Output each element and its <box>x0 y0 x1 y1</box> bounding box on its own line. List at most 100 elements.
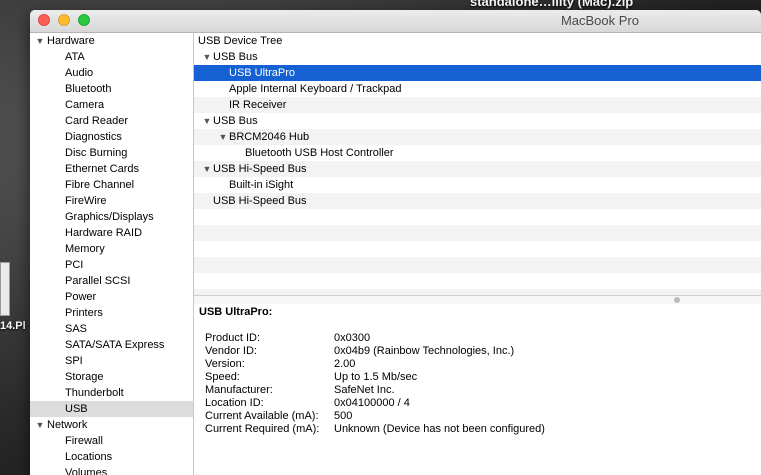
sidebar-item-label: Disc Burning <box>65 147 128 159</box>
detail-field: Speed: Up to 1.5 Mb/sec <box>205 371 755 384</box>
sidebar-item[interactable]: Graphics/Displays <box>30 209 193 225</box>
tree-row[interactable]: ▼ USB Bus <box>194 49 761 65</box>
sidebar-item-label: Volumes <box>65 467 108 475</box>
tree-row[interactable]: Apple Internal Keyboard / Trackpad <box>194 81 761 97</box>
sidebar-item[interactable]: Storage <box>30 369 193 385</box>
tree-row[interactable]: Bluetooth USB Host Controller <box>194 145 761 161</box>
sidebar-item[interactable]: Volumes <box>30 465 193 475</box>
desktop-file-label-left[interactable]: 14.Pl <box>0 320 26 332</box>
sidebar-item-label: Hardware <box>47 35 95 47</box>
sidebar-item[interactable]: Fibre Channel <box>30 177 193 193</box>
tree-row-label: USB Hi-Speed Bus <box>213 195 307 207</box>
tree-row-label: USB UltraPro <box>229 67 296 79</box>
sidebar-item[interactable]: Card Reader <box>30 113 193 129</box>
tree-header: USB Device Tree <box>198 35 283 47</box>
sidebar-item[interactable]: ATA <box>30 49 193 65</box>
sidebar-item-label: Hardware RAID <box>65 227 143 239</box>
detail-title: USB UltraPro: <box>199 306 273 318</box>
title-bar[interactable]: MacBook Pro <box>30 10 761 33</box>
sidebar-item-label: Firewall <box>65 435 103 447</box>
sidebar-item-label: Fibre Channel <box>65 179 135 191</box>
sidebar-category[interactable]: ▼ Network <box>30 417 193 433</box>
tree-empty-row <box>194 225 761 241</box>
sidebar-item[interactable]: PCI <box>30 257 193 273</box>
desktop-file-label[interactable]: standalone…ility (Mac).zip <box>470 0 633 9</box>
sidebar-item[interactable]: Ethernet Cards <box>30 161 193 177</box>
sidebar-item-label: Card Reader <box>65 115 128 127</box>
tree-row[interactable]: Built-in iSight <box>194 177 761 193</box>
sidebar-item-label: ATA <box>65 51 85 63</box>
sidebar-item-label: Printers <box>65 307 103 319</box>
sidebar-item-label: Camera <box>65 99 105 111</box>
tree-row[interactable]: USB Hi-Speed Bus <box>194 193 761 209</box>
detail-field-key: Location ID: <box>205 397 264 409</box>
tree-row-label: USB Hi-Speed Bus <box>213 163 307 175</box>
tree-row-label: USB Bus <box>213 51 258 63</box>
disclosure-triangle-icon[interactable]: ▼ <box>34 417 46 433</box>
sidebar-item[interactable]: SPI <box>30 353 193 369</box>
sidebar-item[interactable]: Thunderbolt <box>30 385 193 401</box>
detail-field-value: SafeNet Inc. <box>334 384 395 396</box>
sidebar-item[interactable]: Diagnostics <box>30 129 193 145</box>
detail-field: Product ID: 0x0300 <box>205 332 755 345</box>
disclosure-triangle-icon[interactable]: ▼ <box>202 161 212 177</box>
detail-field-value: 0x0300 <box>334 332 371 344</box>
sidebar-item[interactable]: Memory <box>30 241 193 257</box>
sidebar-item-label: Bluetooth <box>65 83 112 95</box>
tree-row-label: IR Receiver <box>229 99 287 111</box>
disclosure-triangle-icon[interactable]: ▼ <box>218 129 228 145</box>
sidebar-item-label: Audio <box>65 67 94 79</box>
sidebar-item[interactable]: Disc Burning <box>30 145 193 161</box>
sidebar-item[interactable]: Bluetooth <box>30 81 193 97</box>
detail-field-value: 0x04100000 / 4 <box>334 397 410 409</box>
sidebar-item-label: Network <box>47 419 88 431</box>
sidebar-item[interactable]: Printers <box>30 305 193 321</box>
sidebar-item-label: SAS <box>65 323 88 335</box>
detail-field: Current Required (mA): Unknown (Device ha… <box>205 423 755 436</box>
sidebar-item-label: FireWire <box>65 195 107 207</box>
detail-field-value: Unknown (Device has not been configured) <box>334 423 545 435</box>
detail-field: Version: 2.00 <box>205 358 755 371</box>
sidebar-category[interactable]: ▼ Hardware <box>30 33 193 49</box>
sidebar-item[interactable]: Audio <box>30 65 193 81</box>
sidebar-item-label: Storage <box>65 371 104 383</box>
sidebar-item[interactable]: Parallel SCSI <box>30 273 193 289</box>
tree-row[interactable]: IR Receiver <box>194 97 761 113</box>
tree-row[interactable]: ▼ BRCM2046 Hub <box>194 129 761 145</box>
splitter-handle-icon[interactable] <box>674 297 680 303</box>
detail-field-value: 0x04b9 (Rainbow Technologies, Inc.) <box>334 345 515 357</box>
sidebar-item[interactable]: Locations <box>30 449 193 465</box>
sidebar-item[interactable]: SATA/SATA Express <box>30 337 193 353</box>
tree-row[interactable]: ▼ USB Bus <box>194 113 761 129</box>
disclosure-triangle-icon[interactable]: ▼ <box>34 33 46 49</box>
sidebar-item[interactable]: FireWire <box>30 193 193 209</box>
tree-empty-row <box>194 241 761 257</box>
detail-field-key: Manufacturer: <box>205 384 273 396</box>
sidebar-item[interactable]: Power <box>30 289 193 305</box>
sidebar-item-label: Diagnostics <box>65 131 122 143</box>
sidebar-item-label: Locations <box>65 451 113 463</box>
disclosure-triangle-icon[interactable]: ▼ <box>202 49 212 65</box>
sidebar-item[interactable]: Firewall <box>30 433 193 449</box>
sidebar-item-label: PCI <box>65 259 84 271</box>
disclosure-triangle-icon[interactable]: ▼ <box>202 113 212 129</box>
desktop-file-icon[interactable] <box>0 262 10 316</box>
sidebar-item-label: Power <box>65 291 97 303</box>
sidebar-item-label: Ethernet Cards <box>65 163 139 175</box>
sidebar-item[interactable]: USB <box>30 401 193 417</box>
sidebar-item-label: Graphics/Displays <box>65 211 154 223</box>
tree-row[interactable]: USB UltraPro <box>194 65 761 81</box>
detail-field-key: Current Required (mA): <box>205 423 320 435</box>
detail-field-key: Current Available (mA): <box>205 410 319 422</box>
sidebar-item[interactable]: Hardware RAID <box>30 225 193 241</box>
sidebar-item-label: Parallel SCSI <box>65 275 131 287</box>
detail-field: Location ID: 0x04100000 / 4 <box>205 397 755 410</box>
sidebar-item-label: USB <box>65 403 88 415</box>
detail-field-key: Product ID: <box>205 332 261 344</box>
detail-field-key: Version: <box>205 358 245 370</box>
tree-row[interactable]: ▼ USB Hi-Speed Bus <box>194 161 761 177</box>
tree-row-label: Apple Internal Keyboard / Trackpad <box>229 83 402 95</box>
sidebar-item[interactable]: SAS <box>30 321 193 337</box>
sidebar-item[interactable]: Camera <box>30 97 193 113</box>
tree-row-label: BRCM2046 Hub <box>229 131 310 143</box>
